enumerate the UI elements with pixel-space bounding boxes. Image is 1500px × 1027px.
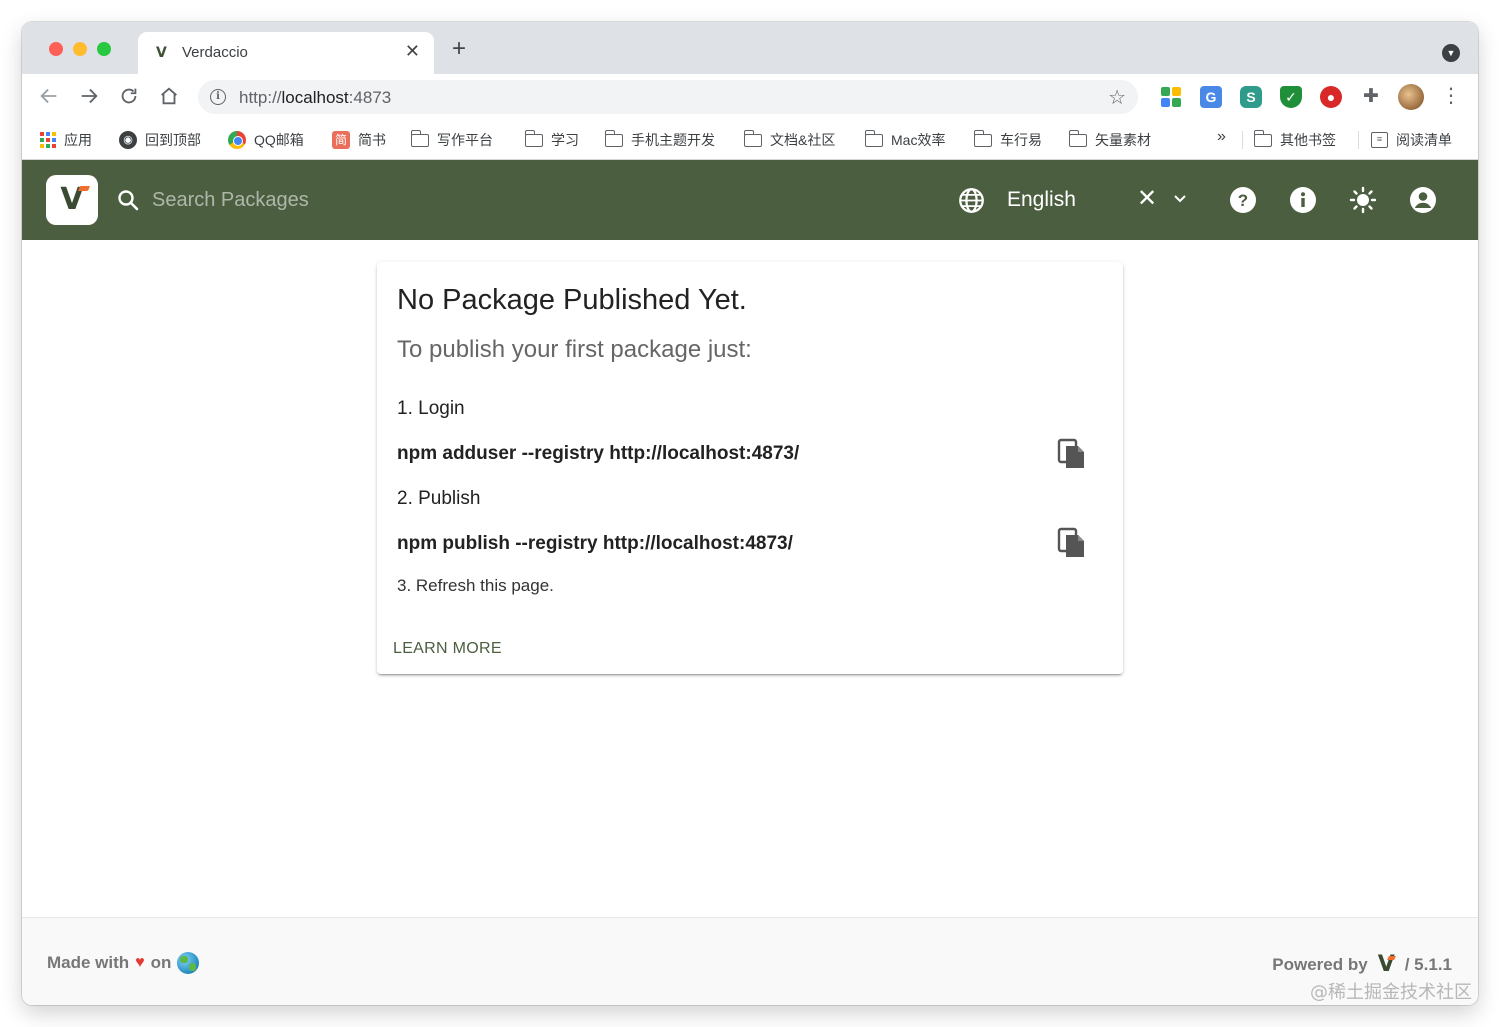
back-icon[interactable] bbox=[36, 83, 62, 109]
step-publish-label: 2. Publish bbox=[397, 488, 481, 509]
bookmark-reading-list[interactable]: ≡ 阅读清单 bbox=[1371, 129, 1452, 151]
extensions-puzzle-icon[interactable]: ✚ bbox=[1360, 86, 1382, 108]
folder-icon bbox=[1253, 129, 1272, 147]
address-bar[interactable]: i http://localhost:4873 ☆ bbox=[198, 80, 1138, 114]
heart-icon: ♥ bbox=[135, 954, 145, 971]
card-subtitle: To publish your first package just: bbox=[397, 336, 752, 363]
globe-icon: ◉ bbox=[119, 131, 137, 149]
browser-toolbar: i http://localhost:4873 ☆ G S ✓ ● ✚ ⋮ bbox=[22, 74, 1478, 120]
browser-menu-icon[interactable]: ⋮ bbox=[1441, 84, 1461, 108]
bookmark-folder-docs[interactable]: 文档&社区 bbox=[743, 129, 835, 151]
minimize-window-button[interactable] bbox=[73, 42, 87, 56]
tab-close-icon[interactable]: ✕ bbox=[405, 41, 420, 62]
close-window-button[interactable] bbox=[49, 42, 63, 56]
bookmark-folder-study[interactable]: 学习 bbox=[524, 129, 579, 151]
bookmark-other[interactable]: 其他书签 bbox=[1253, 129, 1336, 151]
tab-verdaccio[interactable]: V Verdaccio ✕ bbox=[138, 32, 434, 74]
main-content: No Package Published Yet. To publish you… bbox=[22, 240, 1478, 917]
bookmark-star-icon[interactable]: ☆ bbox=[1108, 85, 1126, 110]
step-login-command: npm adduser --registry http://localhost:… bbox=[397, 443, 800, 464]
bookmark-qq-mail[interactable]: QQ邮箱 bbox=[228, 129, 304, 151]
footer: Made with ♥ on Powered by V / 5.1.1 bbox=[22, 917, 1478, 1005]
folder-icon bbox=[1068, 129, 1087, 147]
folder-icon bbox=[973, 129, 992, 147]
chevron-down-icon[interactable] bbox=[1172, 190, 1188, 206]
tab-search-icon[interactable]: ▼ bbox=[1442, 44, 1460, 62]
bookmark-folder-theme-dev[interactable]: 手机主题开发 bbox=[604, 129, 715, 151]
profile-avatar[interactable] bbox=[1398, 84, 1424, 110]
verdaccio-logo[interactable]: V bbox=[46, 175, 98, 225]
browser-window: V Verdaccio ✕ + ▼ i http://localhost:487… bbox=[22, 22, 1478, 1005]
qq-mail-icon bbox=[228, 131, 246, 149]
verdaccio-favicon-icon: V bbox=[156, 45, 167, 61]
learn-more-button[interactable]: LEARN MORE bbox=[385, 636, 510, 662]
account-icon[interactable] bbox=[1409, 186, 1437, 214]
step-publish-command: npm publish --registry http://localhost:… bbox=[397, 533, 793, 554]
folder-icon bbox=[410, 129, 429, 147]
bookmarks-divider bbox=[1358, 131, 1359, 149]
zoom-window-button[interactable] bbox=[97, 42, 111, 56]
qr-extension-icon[interactable] bbox=[1160, 86, 1182, 108]
folder-icon bbox=[524, 129, 543, 147]
search-packages-input[interactable] bbox=[152, 182, 572, 218]
folder-icon bbox=[864, 129, 883, 147]
app-header: V English ✕ ? bbox=[22, 160, 1478, 240]
bookmark-folder-chexingyi[interactable]: 车行易 bbox=[973, 129, 1042, 151]
adblock-extension-icon[interactable]: ● bbox=[1320, 86, 1342, 108]
copy-publish-command-icon[interactable] bbox=[1057, 527, 1087, 559]
language-clear-icon[interactable]: ✕ bbox=[1137, 186, 1157, 212]
bookmarks-overflow-icon[interactable]: » bbox=[1217, 128, 1226, 146]
bookmark-apps[interactable]: 应用 bbox=[40, 129, 92, 151]
card-title: No Package Published Yet. bbox=[397, 284, 747, 316]
theme-toggle-sun-icon[interactable] bbox=[1349, 186, 1377, 214]
bookmarks-bar: 应用 ◉ 回到顶部 QQ邮箱 简 简书 写作平台 学习 手机主题开发 文档&社区 bbox=[22, 120, 1478, 160]
s-extension-icon[interactable]: S bbox=[1240, 86, 1262, 108]
apps-icon bbox=[40, 132, 56, 148]
site-info-icon[interactable]: i bbox=[210, 89, 226, 105]
bookmarks-divider bbox=[1242, 131, 1243, 149]
reload-icon[interactable] bbox=[116, 83, 142, 109]
help-card: No Package Published Yet. To publish you… bbox=[377, 262, 1123, 674]
watermark: @稀土掘金技术社区 bbox=[1310, 982, 1472, 1003]
bookmark-folder-vector[interactable]: 矢量素材 bbox=[1068, 129, 1151, 151]
verdaccio-small-logo: V bbox=[1377, 952, 1396, 977]
language-globe-icon bbox=[959, 188, 984, 213]
help-icon[interactable]: ? bbox=[1229, 186, 1257, 214]
earth-globe-icon[interactable] bbox=[177, 952, 200, 974]
folder-icon bbox=[743, 129, 762, 147]
home-icon[interactable] bbox=[156, 83, 182, 109]
search-icon bbox=[118, 190, 139, 211]
made-with-text: Made with ♥ on bbox=[47, 952, 200, 974]
language-select-value[interactable]: English bbox=[1007, 188, 1076, 212]
copy-login-command-icon[interactable] bbox=[1057, 438, 1087, 470]
tab-title: Verdaccio bbox=[182, 44, 248, 61]
version-text: / 5.1.1 bbox=[1404, 954, 1452, 974]
bookmark-jianshu[interactable]: 简 简书 bbox=[332, 129, 386, 151]
reading-list-icon: ≡ bbox=[1371, 132, 1388, 148]
powered-by: Powered by V / 5.1.1 bbox=[1272, 952, 1452, 977]
info-icon[interactable] bbox=[1289, 186, 1317, 214]
shield-extension-icon[interactable]: ✓ bbox=[1280, 86, 1302, 108]
folder-icon bbox=[604, 129, 623, 147]
jianshu-icon: 简 bbox=[332, 131, 350, 149]
svg-text:?: ? bbox=[1238, 191, 1248, 210]
translate-extension-icon[interactable]: G bbox=[1200, 86, 1222, 108]
new-tab-button[interactable]: + bbox=[452, 37, 466, 61]
url-text: http://localhost:4873 bbox=[239, 88, 392, 107]
step-refresh-label: 3. Refresh this page. bbox=[397, 576, 554, 595]
bookmark-folder-writing[interactable]: 写作平台 bbox=[410, 129, 493, 151]
forward-icon[interactable] bbox=[76, 83, 102, 109]
bookmark-folder-mac[interactable]: Mac效率 bbox=[864, 129, 945, 151]
bookmark-back-to-top[interactable]: ◉ 回到顶部 bbox=[119, 129, 201, 151]
step-login-label: 1. Login bbox=[397, 398, 465, 419]
tab-strip: V Verdaccio ✕ + ▼ bbox=[22, 22, 1478, 74]
